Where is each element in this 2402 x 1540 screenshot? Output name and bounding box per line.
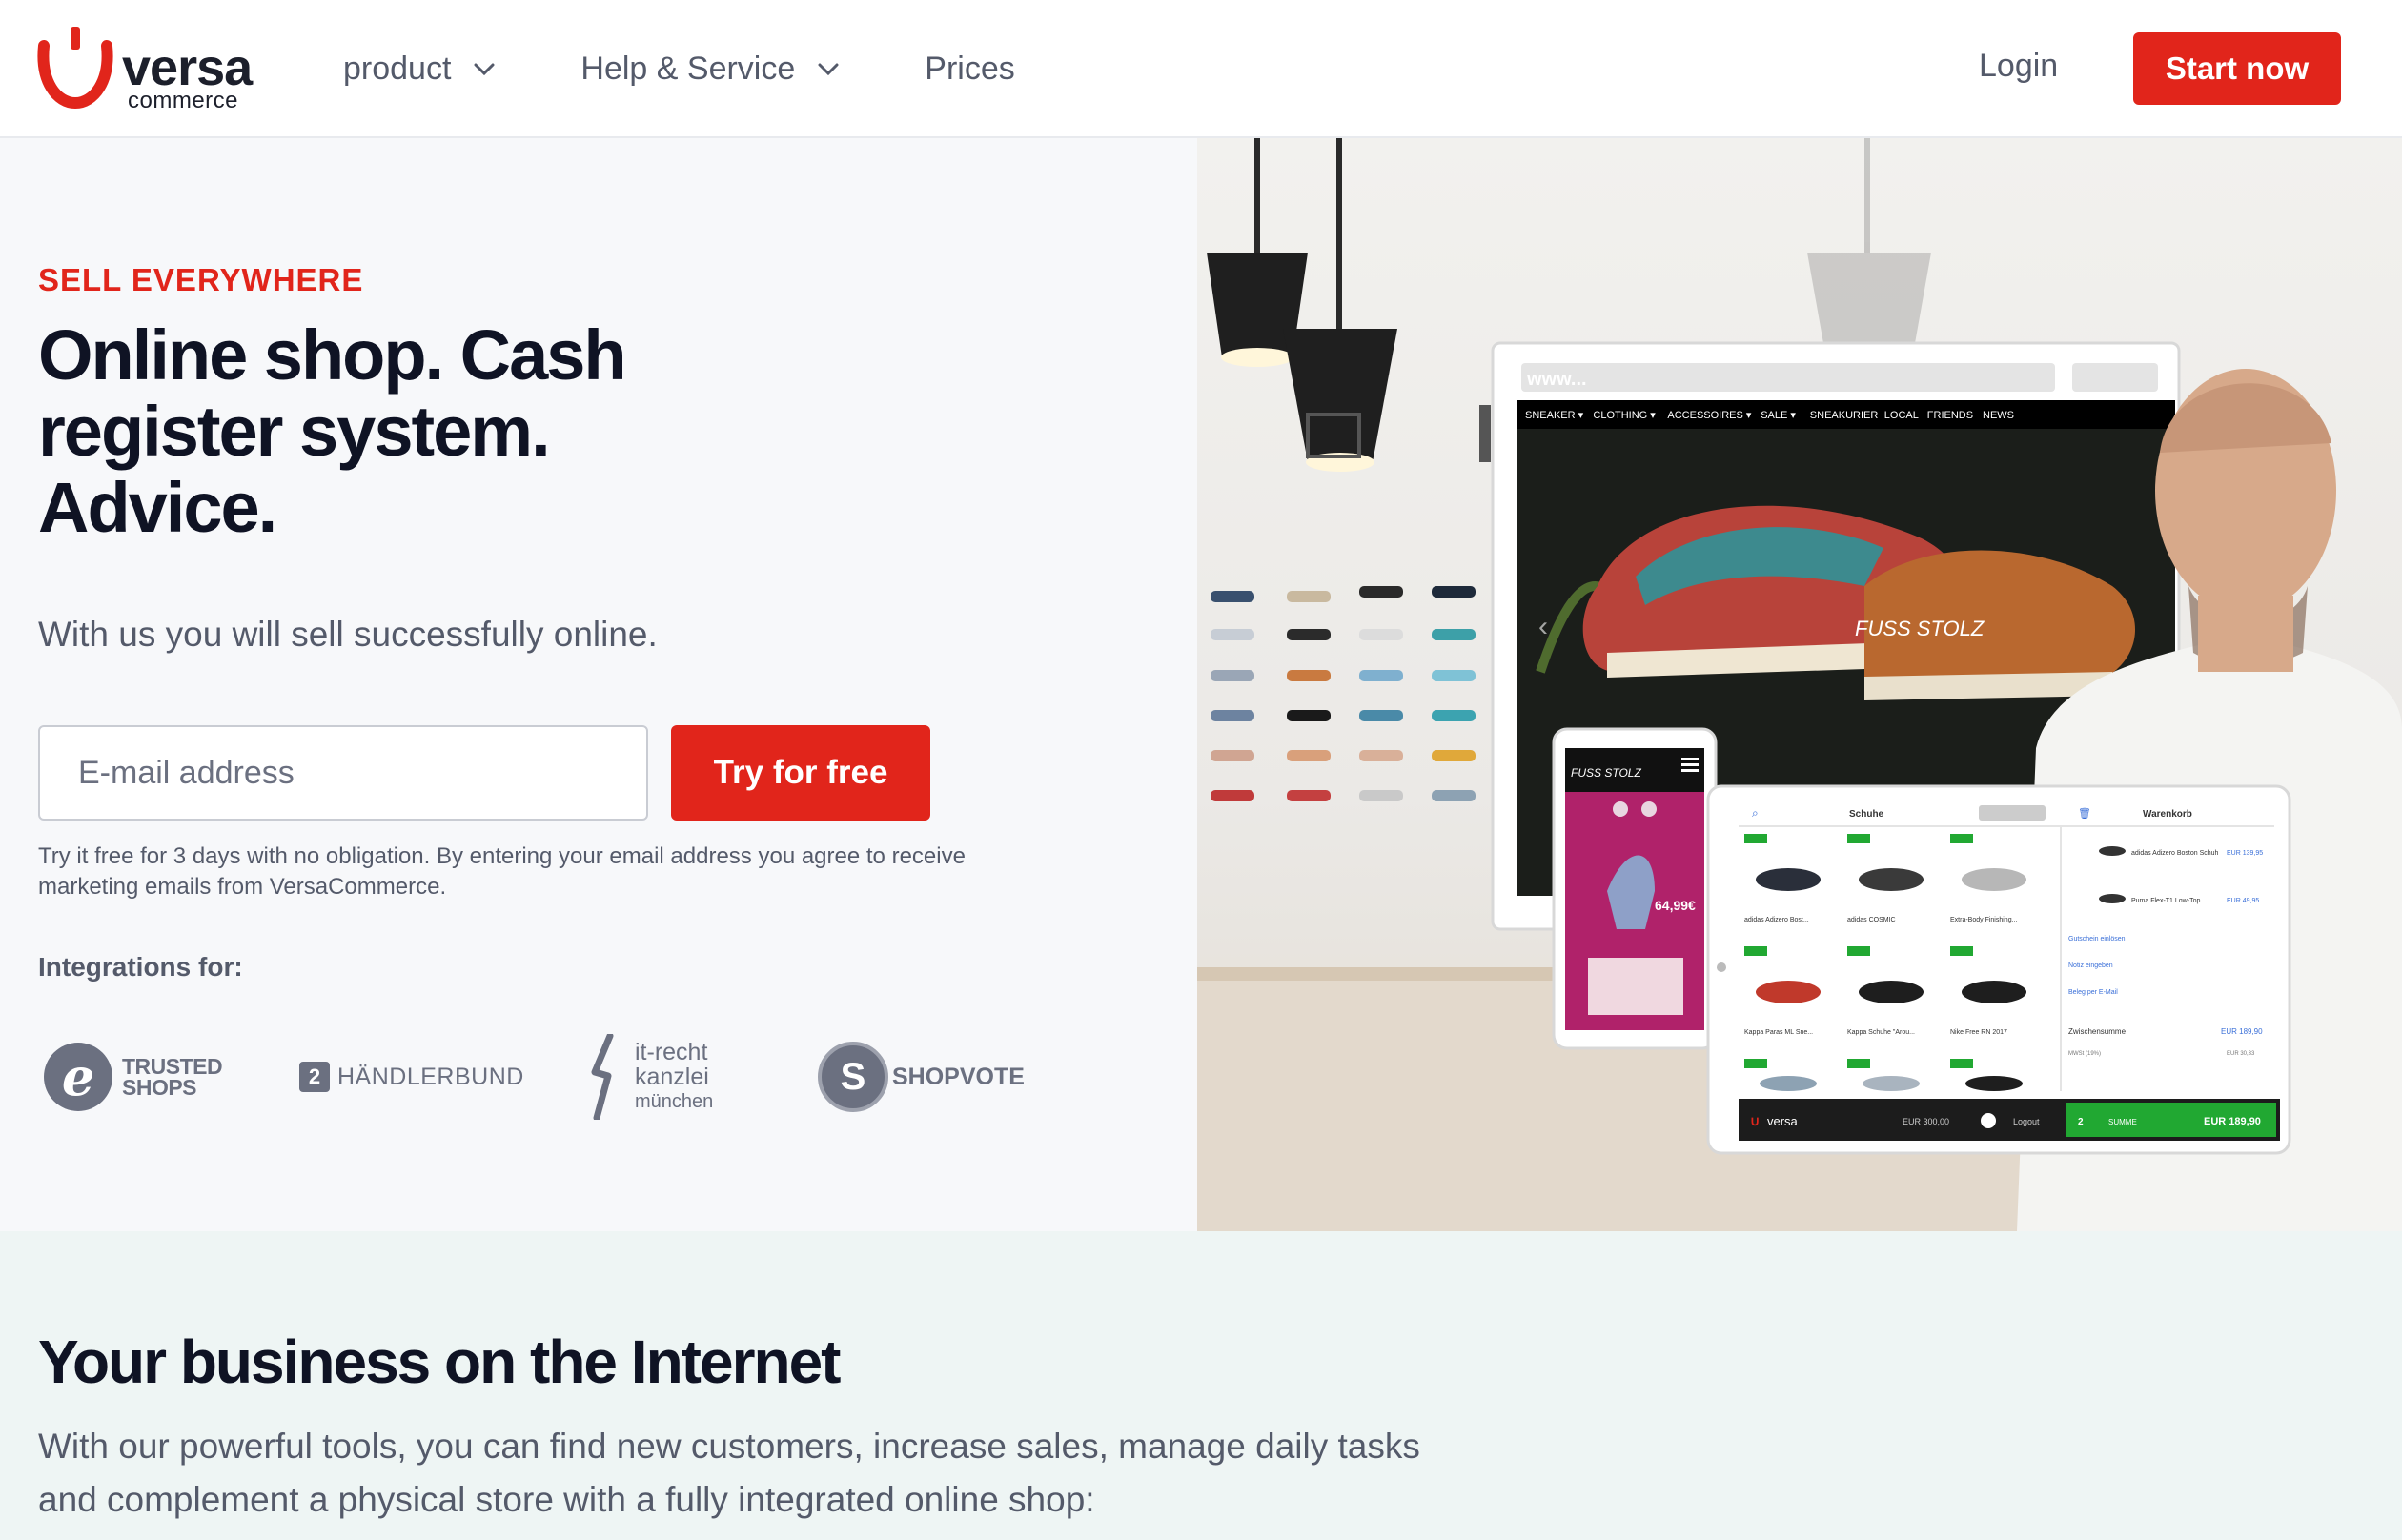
sneaker-wall <box>1211 586 1476 801</box>
trusted-shops-logo: e TRUSTED SHOPS <box>44 1015 223 1139</box>
lightning-bolt-icon <box>591 1034 614 1120</box>
pos-product-tag <box>1950 1059 1973 1068</box>
site-header: versa commerce product Help & Service Pr… <box>0 0 2402 138</box>
shop-nav-item: NEWS <box>1983 410 2014 421</box>
logo-sub: commerce <box>128 88 239 113</box>
email-input[interactable] <box>38 725 648 821</box>
haendlerbund-text: HÄNDLERBUND <box>337 1063 524 1090</box>
hero-subline: With us you will sell successfully onlin… <box>38 615 658 654</box>
pos-tablet-mockup: ⌕ Schuhe 🗑 Warenkorb adidas Adizero Bost… <box>1706 784 2291 1155</box>
cart-item-price: EUR 49,95 <box>2227 898 2259 904</box>
browser-url: www... <box>1526 369 1587 390</box>
pos-product-shoe <box>1760 1076 1817 1091</box>
cart-item-thumb <box>2099 846 2126 856</box>
logo-mark-icon <box>37 27 113 109</box>
shopvote-icon: S <box>818 1042 888 1112</box>
haendlerbund-icon: 2 <box>299 1062 330 1092</box>
pos-product-name: Nike Free RN 2017 <box>1950 1029 2007 1036</box>
shopvote-text: SHOPVOTE <box>892 1063 1025 1090</box>
pos-product-name: Kappa Schuhe "Arou... <box>1847 1029 1915 1036</box>
shop-nav: SNEAKER ▾ CLOTHING ▾ ACCESSOIRES ▾ SALE ▾ SN… <box>1525 410 2014 421</box>
nav-item-label: Help & Service <box>580 51 796 87</box>
it-recht-line3: münchen <box>635 1091 714 1112</box>
pos-logout: Logout <box>2013 1117 2040 1126</box>
pos-product-name: adidas Adizero Bost... <box>1744 917 1809 923</box>
trusted-shops-line1: TRUSTED <box>122 1054 223 1079</box>
hero-image: www... SNEAKER ▾ CLOTHING ▾ ACCESSOIRES ▾ S… <box>1197 138 2402 1231</box>
pos-product-shoe <box>1863 1076 1920 1091</box>
svg-text:∪: ∪ <box>1750 1113 1760 1128</box>
shop-nav-item: CLOTHING ▾ <box>1593 410 1656 421</box>
chevron-down-icon <box>474 63 495 75</box>
cart-link: Notiz eingeben <box>2068 962 2113 969</box>
pos-product-name: adidas COSMIC <box>1847 917 1896 923</box>
pos-product-tag <box>1847 1059 1870 1068</box>
phone-mockup: FUSS STOLZ 64,99€ <box>1552 727 1718 1050</box>
trusted-shops-icon: e <box>44 1043 112 1111</box>
cart-link: Beleg per E-Mail <box>2068 989 2118 996</box>
signup-disclaimer: Try it free for 3 days with no obligatio… <box>38 843 966 900</box>
nav-item-product[interactable]: product <box>343 51 495 88</box>
shop-nav-item: SALE ▾ <box>1761 410 1796 421</box>
tax-label: MWSt (19%) <box>2068 1051 2101 1057</box>
integration-logos: e TRUSTED SHOPS 2 HÄNDLERBUND it-recht k… <box>38 1015 1087 1139</box>
section-title: Your business on the Internet <box>38 1327 841 1396</box>
subtotal-value: EUR 189,90 <box>2221 1027 2263 1036</box>
versa-commerce-logo[interactable]: versa commerce <box>36 27 265 112</box>
hero-eyebrow: SELL EVERYWHERE <box>38 262 364 297</box>
pos-footer-amount: EUR 300,00 <box>1903 1117 1949 1126</box>
phone-price: 64,99€ <box>1655 898 1696 913</box>
shop-nav-item: ACCESSOIRES ▾ <box>1667 410 1752 421</box>
hero-section: SELL EVERYWHERE Online shop. Cash regist… <box>0 138 1197 1231</box>
it-recht-line2: kanzlei <box>635 1064 709 1090</box>
try-for-free-button[interactable]: Try for free <box>671 725 930 821</box>
it-recht-line1: it-recht <box>635 1039 708 1065</box>
phone-brand: FUSS STOLZ <box>1571 766 1641 780</box>
tax-value: EUR 30,33 <box>2227 1051 2255 1057</box>
pos-product-name: Extra-Body Finishing... <box>1950 917 2017 923</box>
pos-tab-cart: Warenkorb <box>2143 809 2192 820</box>
carousel-prev-icon: ‹ <box>1538 611 1548 642</box>
haendlerbund-logo: 2 HÄNDLERBUND <box>299 1015 524 1139</box>
shop-nav-item: SNEAKER ▾ <box>1525 410 1584 421</box>
pos-total: EUR 189,90 <box>2204 1116 2261 1127</box>
logo-word: versa <box>122 39 253 96</box>
cart-item-name: Puma Flex-T1 Low-Top <box>2131 898 2200 904</box>
main-nav: product Help & Service Prices <box>343 0 1101 138</box>
pos-qty: 2 <box>2078 1117 2084 1127</box>
integrations-label: Integrations for: <box>38 952 243 982</box>
shopvote-logo: S SHOPVOTE <box>818 1015 1025 1139</box>
pos-product-name: Kappa Paras ML Sne... <box>1744 1029 1813 1036</box>
pos-product-tag <box>1744 1059 1767 1068</box>
nav-item-help-service[interactable]: Help & Service <box>580 51 839 88</box>
business-section: Your business on the Internet With our p… <box>0 1231 2402 1540</box>
cart-item-thumb <box>2099 894 2126 903</box>
nav-item-label: product <box>343 51 452 87</box>
pos-tab-shoes: Schuhe <box>1849 809 1884 820</box>
start-now-button[interactable]: Start now <box>2133 32 2341 105</box>
pos-sum-label: SUMME <box>2108 1118 2137 1126</box>
shop-nav-item: SNEAKURIER <box>1810 410 1879 421</box>
it-recht-kanzlei-logo: it-recht kanzlei münchen <box>585 1015 713 1139</box>
brand-watermark: FUSS STOLZ <box>1855 617 1985 640</box>
shop-nav-item: FRIENDS <box>1927 410 1973 421</box>
store-scene-illustration: www... SNEAKER ▾ CLOTHING ▾ ACCESSOIRES ▾ S… <box>1197 138 2402 1231</box>
cart-item-name: adidas Adizero Boston Schuh <box>2131 850 2219 857</box>
cart-link: Gutschein einlösen <box>2068 936 2126 942</box>
chevron-down-icon <box>818 63 839 75</box>
trash-icon: 🗑 <box>2078 807 2091 820</box>
pos-product-shoe <box>1965 1076 2023 1091</box>
nav-item-prices[interactable]: Prices <box>925 51 1014 88</box>
shop-nav-item: LOCAL <box>1884 410 1919 421</box>
cart-item-price: EUR 139,95 <box>2227 850 2263 857</box>
hero-headline: Online shop. Cash register system. Advic… <box>38 315 627 547</box>
section-text: With our powerful tools, you can find ne… <box>38 1427 1420 1519</box>
trusted-shops-line2: SHOPS <box>122 1075 197 1100</box>
pos-footer-logo: versa <box>1767 1114 1799 1128</box>
search-icon: ⌕ <box>1752 806 1759 820</box>
subtotal-label: Zwischensumme <box>2068 1027 2127 1036</box>
nav-item-label: Prices <box>925 51 1015 87</box>
login-link[interactable]: Login <box>1979 48 2058 85</box>
